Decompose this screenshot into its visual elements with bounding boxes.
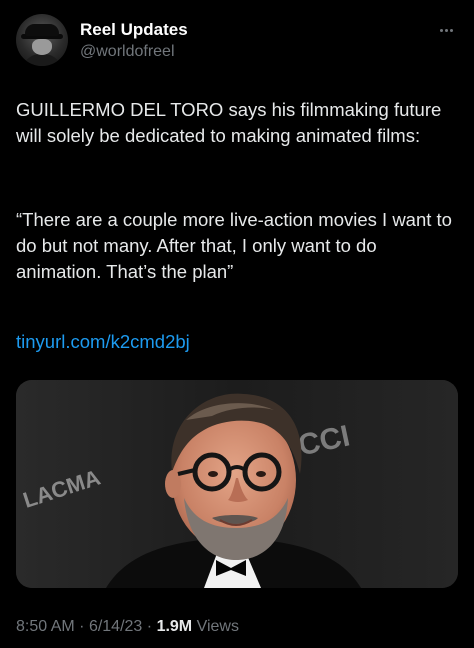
tweet-text-paragraph-1: GUILLERMO DEL TORO says his filmmaking f… <box>16 99 442 146</box>
tweet: Reel Updates @worldofreel GUILLERMO DEL … <box>0 0 474 648</box>
author-display-name[interactable]: Reel Updates <box>80 20 188 40</box>
views-label[interactable]: Views <box>197 618 239 635</box>
photo-portrait: LACMA CCI <box>16 380 458 588</box>
author-names: Reel Updates @worldofreel <box>80 20 188 62</box>
meta-separator: · <box>146 618 153 635</box>
meta-separator: · <box>79 618 85 635</box>
tweet-photo[interactable]: LACMA CCI <box>16 380 458 588</box>
tweet-meta: 8:50 AM · 6/14/23 · 1.9M Views <box>16 616 239 638</box>
tweet-header: Reel Updates @worldofreel <box>16 12 458 68</box>
tweet-time[interactable]: 8:50 AM <box>16 618 75 635</box>
tweet-date[interactable]: 6/14/23 <box>89 618 142 635</box>
tweet-text-paragraph-2: “There are a couple more live-action mov… <box>16 209 452 282</box>
author-handle[interactable]: @worldofreel <box>80 42 188 62</box>
avatar[interactable] <box>16 14 68 66</box>
views-count[interactable]: 1.9M <box>157 618 193 635</box>
more-options-icon[interactable] <box>434 20 458 40</box>
tweet-link[interactable]: tinyurl.com/k2cmd2bj <box>16 329 190 355</box>
